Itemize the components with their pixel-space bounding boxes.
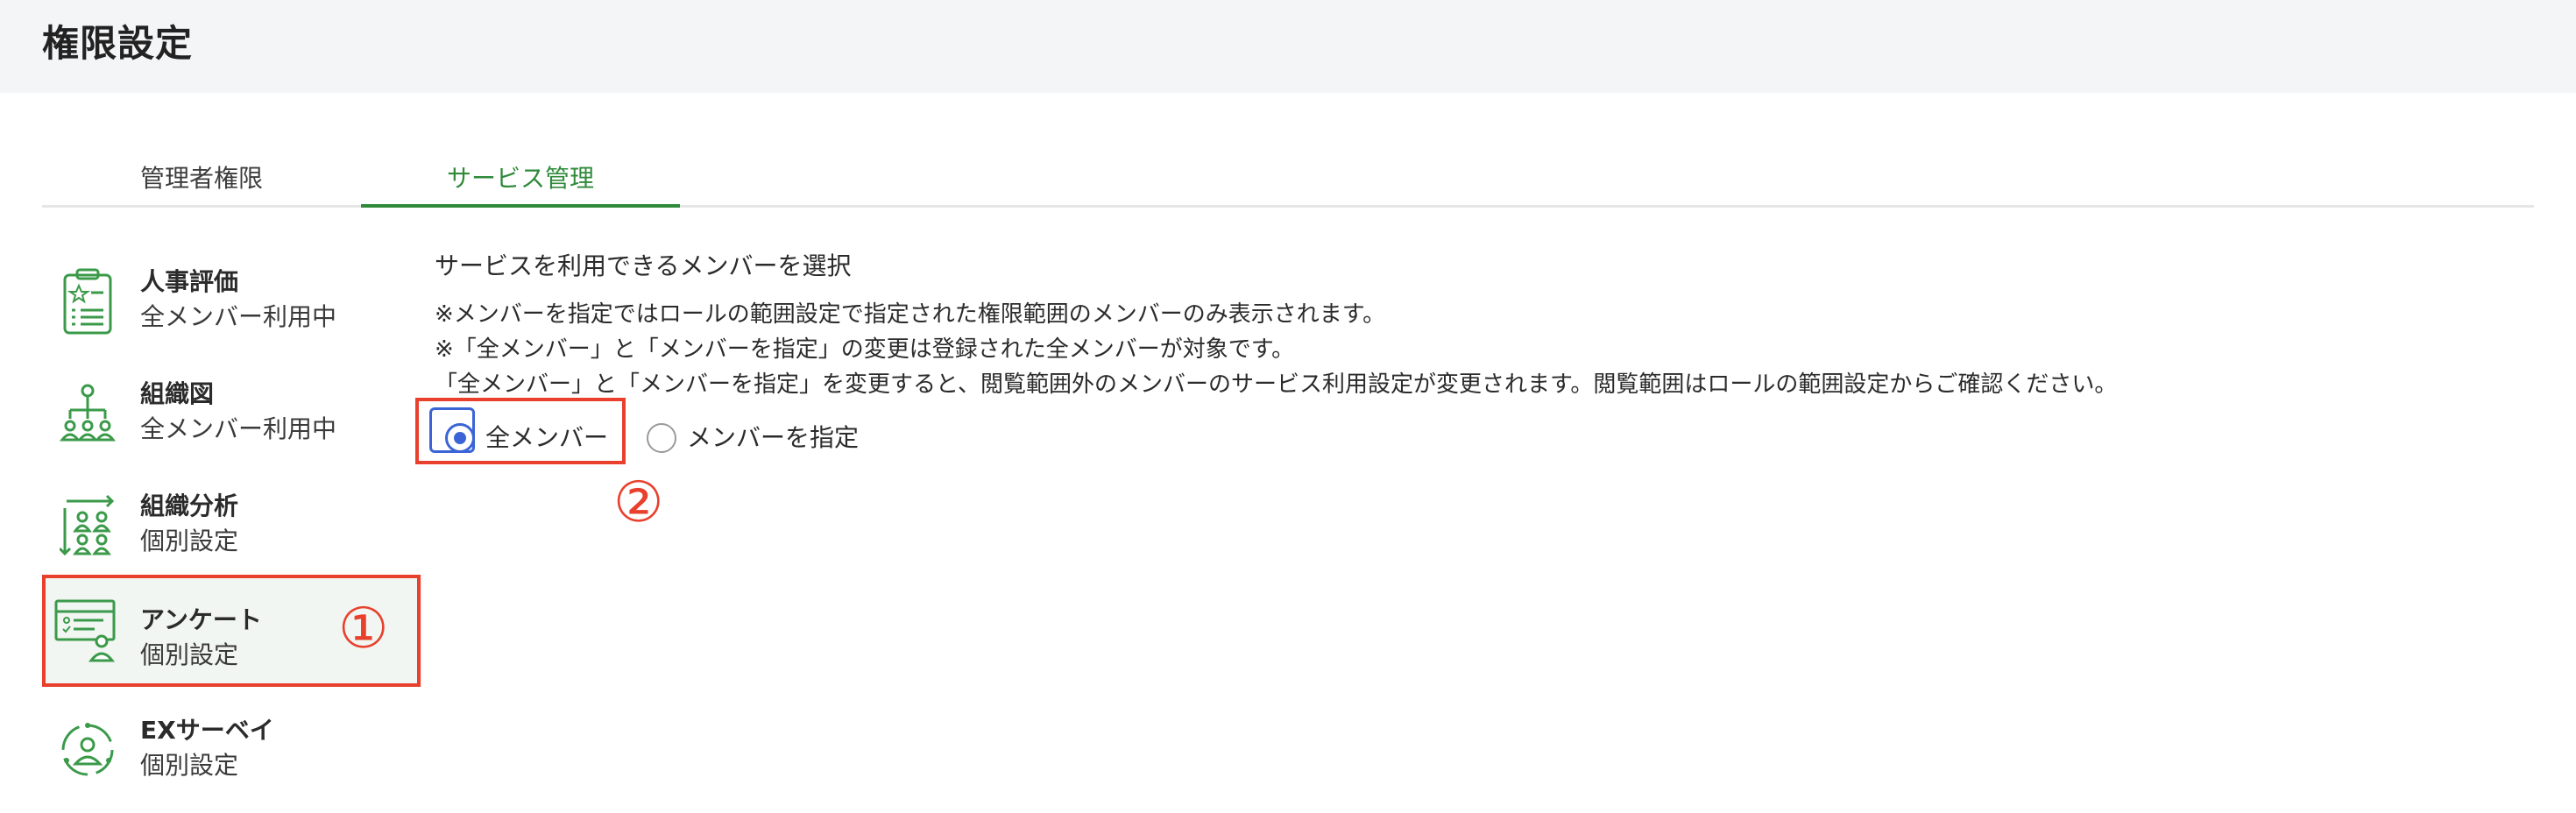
tab-service-management[interactable]: サービス管理 [361,154,680,208]
org-analysis-icon [60,494,115,556]
tab-bar: 管理者権限 サービス管理 [42,154,2534,208]
section-title: サービスを利用できるメンバーを選択 [435,251,852,280]
radio-button-unchecked[interactable] [647,423,676,453]
sidebar-item-status: 個別設定 [140,751,239,780]
member-scope-radio-group: 全メンバー メンバーを指定 [415,398,1136,464]
sidebar-item-name: 組織図 [140,379,215,408]
sidebar-item-status: 個別設定 [140,527,239,555]
page-header: 権限設定 [0,0,2576,93]
sidebar-item-name: EXサーベイ [140,716,274,745]
annotation-step-1: ① [338,597,389,661]
evaluation-clipboard-icon [63,268,112,335]
ex-survey-icon [61,723,114,776]
annotation-step-2: ② [613,470,664,535]
radio-specify-members[interactable]: メンバーを指定 [636,412,899,464]
sidebar-item-evaluation[interactable]: 人事評価 全メンバー利用中 [42,249,422,361]
radio-label: メンバーを指定 [687,423,860,452]
radio-all-members[interactable]: 全メンバー [415,398,627,464]
org-chart-icon [60,384,116,442]
note-line: 「全メンバー」と「メンバーを指定」を変更すると、閲覧範囲外のメンバーのサービス利… [435,371,2118,398]
sidebar-item-ex-survey[interactable]: EXサーベイ 個別設定 [42,697,422,809]
annotation-highlight-all-members [415,398,626,464]
sidebar-item-status: 全メンバー利用中 [140,414,337,443]
sidebar-item-org-analysis[interactable]: 組織分析 個別設定 [42,473,422,585]
sidebar-item-org-chart[interactable]: 組織図 全メンバー利用中 [42,361,422,473]
page-title: 権限設定 [42,22,194,65]
sidebar-item-name: 組織分析 [140,491,239,520]
note-line: ※「全メンバー」と「メンバーを指定」の変更は登録された全メンバーが対象です。 [435,336,1295,363]
sidebar-item-status: 全メンバー利用中 [140,302,337,331]
tab-admin-permissions[interactable]: 管理者権限 [42,154,361,205]
sidebar-item-name: 人事評価 [140,267,239,296]
note-line: ※メンバーを指定ではロールの範囲設定で指定された権限範囲のメンバーのみ表示されま… [435,301,1386,328]
